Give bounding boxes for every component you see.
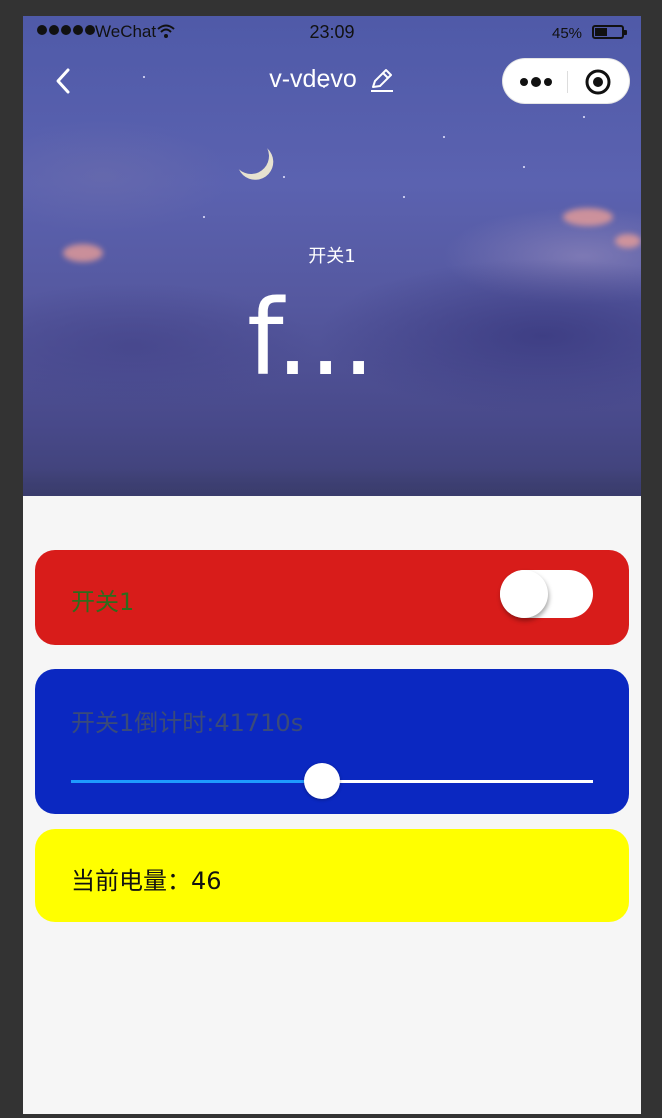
slider-track-active <box>71 780 322 783</box>
page-title: v-vdevo <box>269 65 357 93</box>
switch-label: 开关1 <box>71 588 135 616</box>
switch-toggle[interactable] <box>500 570 593 618</box>
battery-icon <box>592 25 627 39</box>
slider-thumb[interactable] <box>303 763 340 799</box>
phone-screen: WeChat 23:09 45% v-vdevo 开关1 f... 开关1 开关… <box>23 16 641 1114</box>
countdown-label: 开关1倒计时:41710s <box>71 709 304 737</box>
moon-graphic <box>228 133 274 179</box>
close-mini-program-icon[interactable] <box>583 67 613 97</box>
hero-value: f... <box>247 277 376 399</box>
switch-card: 开关1 <box>35 550 629 645</box>
battery-card: 当前电量：46 <box>35 829 629 922</box>
edit-icon[interactable] <box>369 67 395 93</box>
countdown-slider[interactable] <box>71 763 593 805</box>
battery-percent: 45% <box>552 25 583 42</box>
toggle-knob <box>500 570 548 618</box>
battery-level-label: 当前电量：46 <box>71 867 222 895</box>
status-bar: WeChat 23:09 45% <box>23 16 641 50</box>
status-time: 23:09 <box>309 22 355 42</box>
hero-label: 开关1 <box>308 246 356 267</box>
hero-banner: WeChat 23:09 45% v-vdevo 开关1 f... <box>23 16 641 496</box>
mini-program-capsule <box>502 58 630 104</box>
more-icon[interactable] <box>517 72 557 92</box>
countdown-card: 开关1倒计时:41710s <box>35 669 629 814</box>
slider-track <box>321 780 593 783</box>
nav-bar: v-vdevo <box>23 56 641 108</box>
